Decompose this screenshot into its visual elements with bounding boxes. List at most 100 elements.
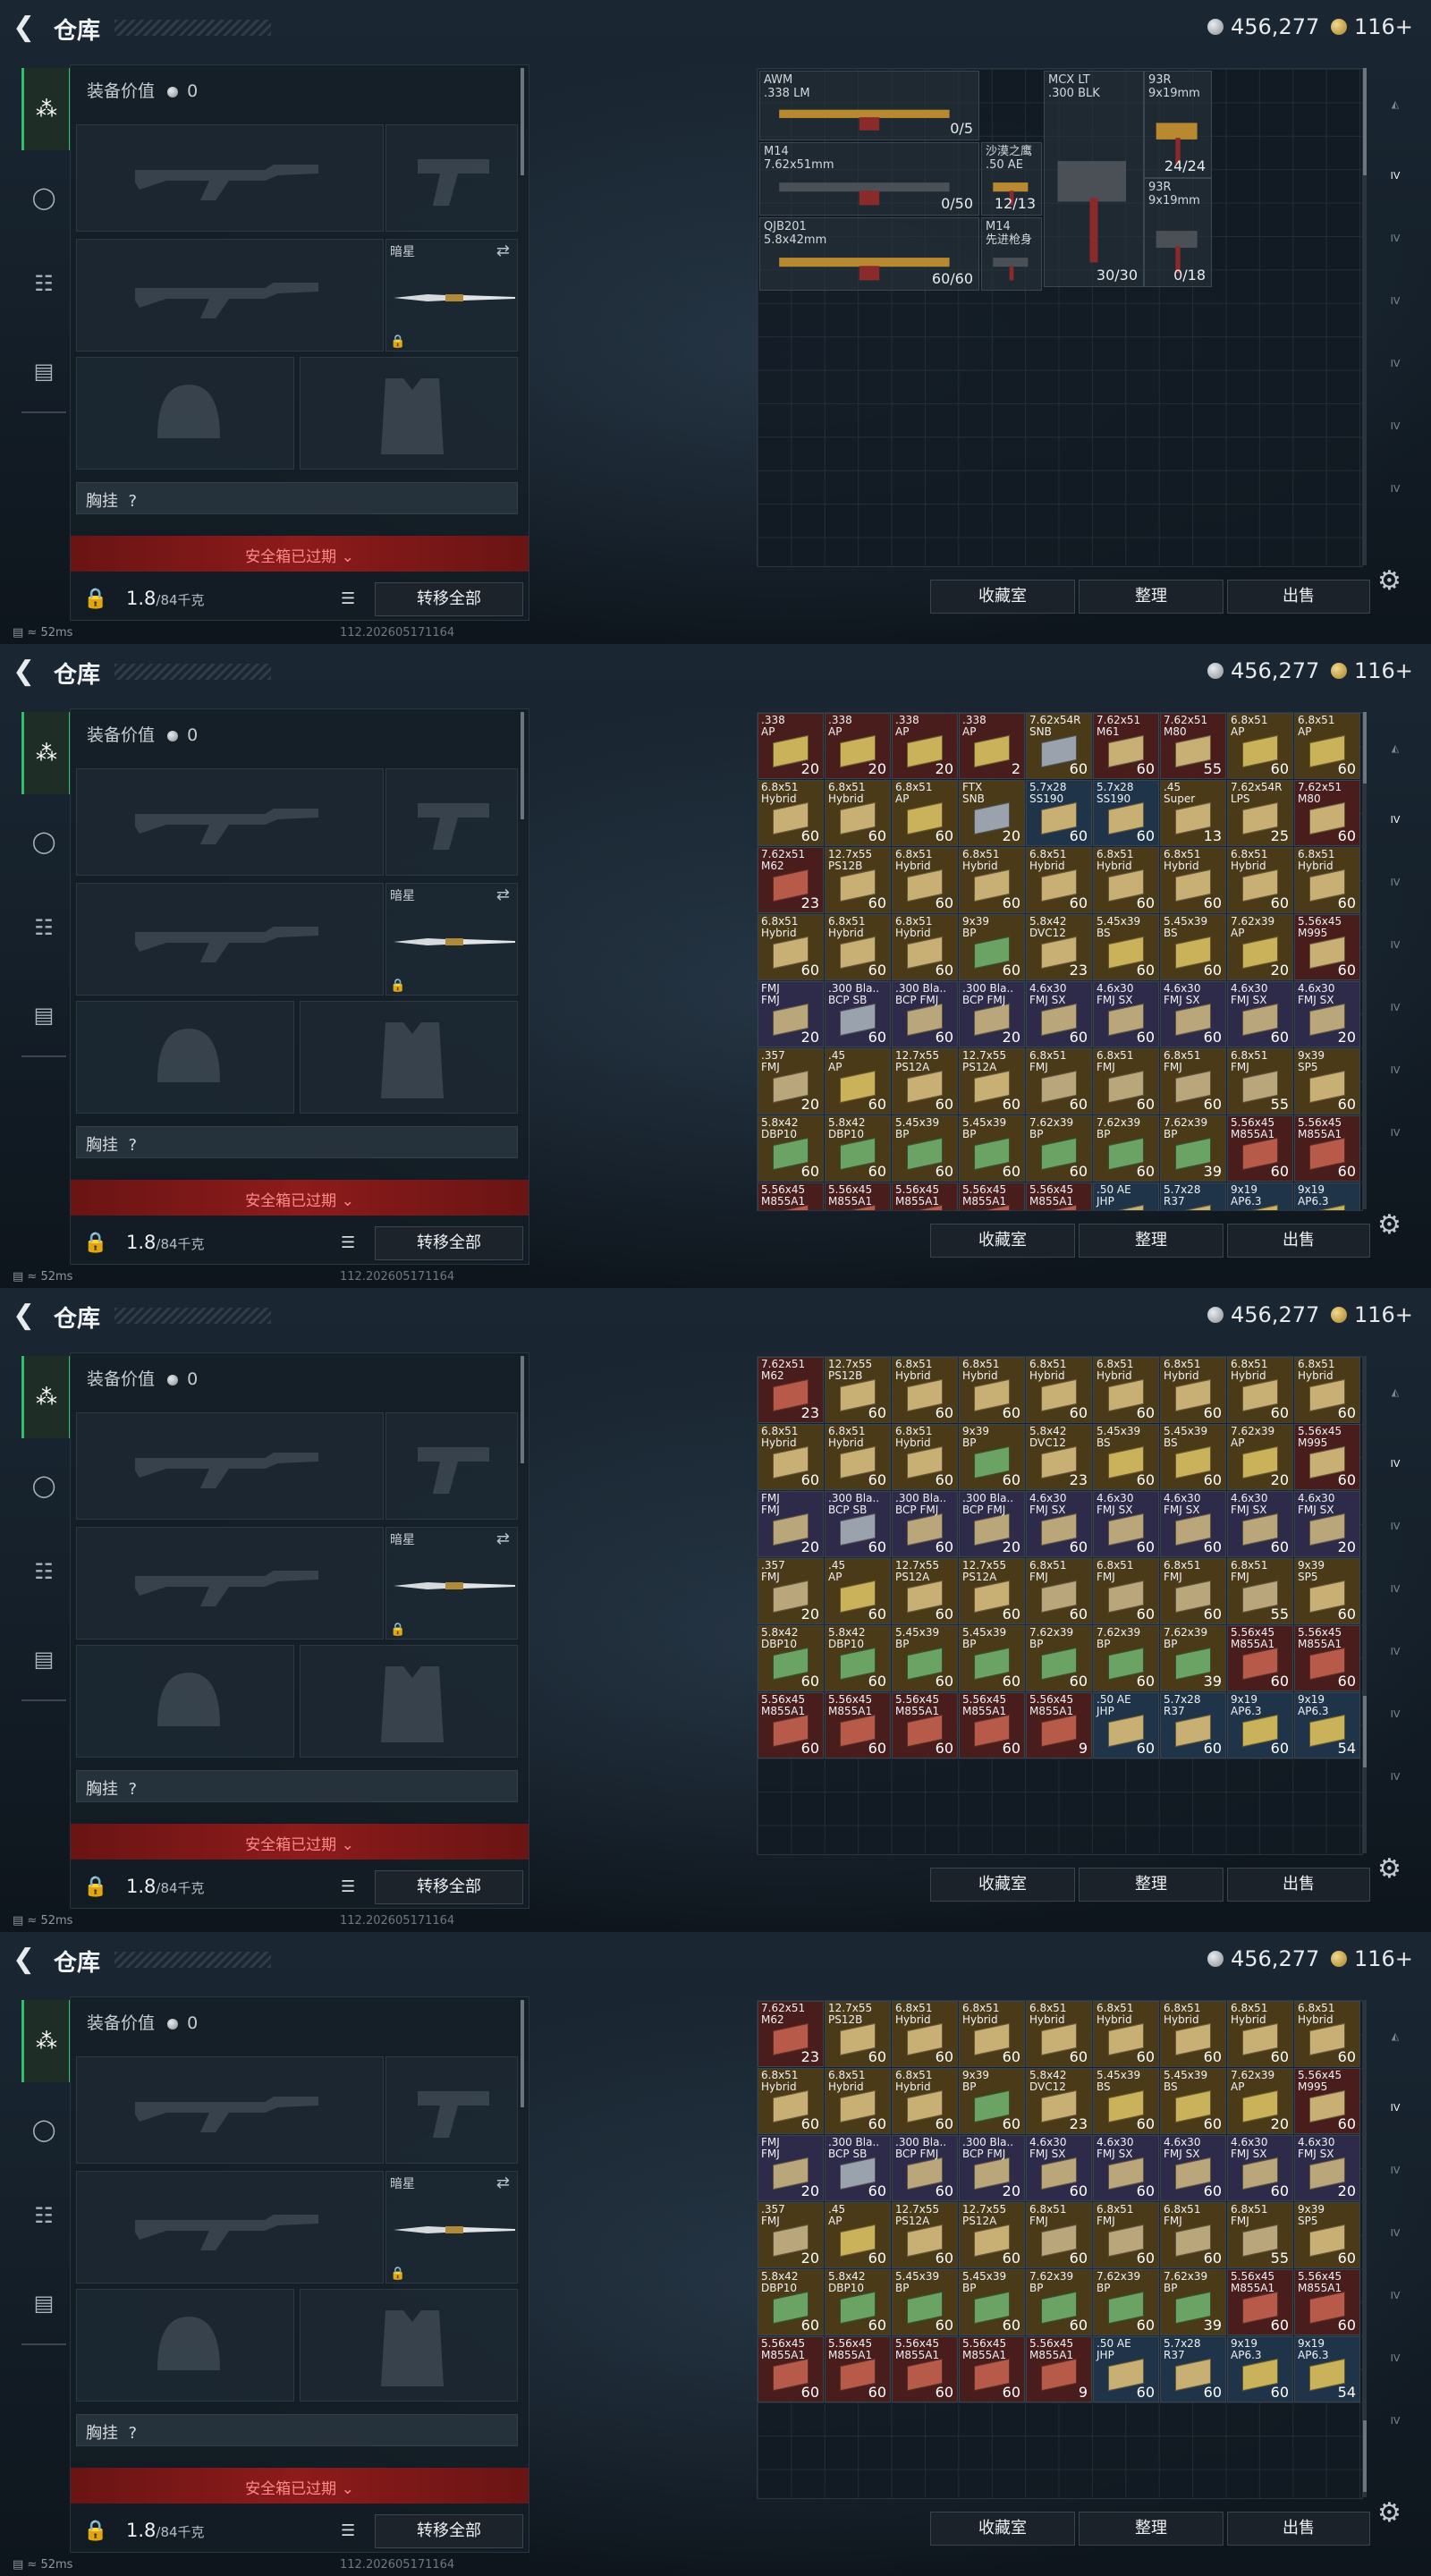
ammo-item[interactable]: 5.56x45 M855A160 <box>959 1182 1025 1210</box>
ammo-item[interactable]: 6.8x51 Hybrid 60 <box>892 1357 958 1423</box>
ammo-item[interactable]: 5.7x28 R37 60 <box>1160 1692 1226 1758</box>
rail-tab-icon[interactable]: IV <box>1377 1633 1413 1669</box>
swap-icon[interactable]: ⇄ <box>496 2174 510 2192</box>
chest-rig-slot[interactable]: 胸挂 ? <box>76 1126 518 1158</box>
ammo-item[interactable]: 7.62x54R SNB 60 <box>1026 713 1092 779</box>
ammo-item[interactable]: .300 Bla.. BCP FMJ 60 <box>892 2135 958 2201</box>
ammo-item[interactable]: .357 FMJ 20 <box>758 1558 824 1624</box>
storage-scroll-thumb[interactable] <box>1363 68 1367 175</box>
ammo-item[interactable]: 5.56x45 M995 60 <box>1294 1424 1360 1490</box>
transfer-all-button[interactable]: 转移全部 <box>375 1226 523 1260</box>
rail-tab-icon[interactable]: IV <box>1377 2340 1413 2376</box>
settings-gear-icon[interactable]: ⚙ <box>1377 2497 1401 2529</box>
storage-scrollbar[interactable] <box>1363 68 1367 565</box>
list-icon[interactable]: ☰ <box>341 1233 355 1252</box>
ammo-item[interactable]: .357 FMJ 20 <box>758 2202 824 2268</box>
rail-weapon-tab-icon[interactable]: IV <box>1377 157 1413 193</box>
ammo-item[interactable]: 6.8x51 Hybrid 60 <box>1026 1357 1092 1423</box>
ammo-item[interactable]: 7.62x39 BP 60 <box>1093 2269 1159 2335</box>
ammo-item[interactable]: .338 AP 20 <box>758 713 824 779</box>
ammo-item[interactable]: 5.56x45 M855A19 <box>1026 1182 1092 1210</box>
ammo-item[interactable]: 4.6x30 FMJ SX 60 <box>1160 1491 1226 1557</box>
rail-tab-icon[interactable]: IV <box>1377 220 1413 256</box>
ammo-item[interactable]: 5.56x45 M855A160 <box>892 1182 958 1210</box>
ammo-item[interactable]: 5.56x45 M855A160 <box>892 1692 958 1758</box>
sort-button[interactable]: 整理 <box>1079 1868 1224 1902</box>
ammo-item[interactable]: 4.6x30 FMJ SX 60 <box>1093 981 1159 1047</box>
armor-slot[interactable] <box>300 1645 518 1758</box>
equipment-scrollbar[interactable] <box>521 1356 524 1463</box>
ammo-item[interactable]: 5.8x42 DVC12 23 <box>1026 914 1092 980</box>
ammo-item[interactable]: 7.62x39 BP 60 <box>1026 1625 1092 1691</box>
ammo-item[interactable]: 5.8x42 DBP10 60 <box>758 1115 824 1182</box>
melee-slot[interactable]: 暗星 ⇄ 🔒 <box>385 239 518 352</box>
ammo-item[interactable]: 12.7x55 PS12A 60 <box>892 2202 958 2268</box>
storage-scrollbar[interactable] <box>1363 1356 1367 1853</box>
ammo-item[interactable]: 4.6x30 FMJ SX 60 <box>1093 1491 1159 1557</box>
ammo-item[interactable]: 5.56x45 M855A19 <box>1026 2336 1092 2402</box>
back-arrow-icon[interactable]: ❮ <box>13 658 39 685</box>
nav-weapons-icon[interactable]: ⁂ <box>21 712 70 794</box>
ammo-item[interactable]: 5.45x39 BP 60 <box>959 2269 1025 2335</box>
ammo-item[interactable]: 6.8x51 AP 60 <box>892 780 958 846</box>
ammo-item[interactable]: 5.56x45 M855A160 <box>1227 2269 1293 2335</box>
rail-tab-icon[interactable]: IV <box>1377 1571 1413 1606</box>
ammo-item[interactable]: 4.6x30 FMJ SX 60 <box>1160 981 1226 1047</box>
pistol-slot[interactable] <box>385 768 518 876</box>
rail-tab-icon[interactable]: IV <box>1377 864 1413 900</box>
ammo-item[interactable]: 5.56x45 M855A160 <box>959 2336 1025 2402</box>
nav-medical-icon[interactable]: ☷ <box>21 2193 66 2238</box>
ammo-item[interactable]: 6.8x51 AP 60 <box>1294 713 1360 779</box>
ammo-item[interactable]: 5.45x39 BS 60 <box>1160 1424 1226 1490</box>
ammo-item[interactable]: 9x19 AP6.3 54 <box>1294 2336 1360 2402</box>
ammo-item[interactable]: 5.8x42 DBP10 60 <box>758 2269 824 2335</box>
ammo-item[interactable]: .300 Bla.. BCP FMJ 60 <box>892 1491 958 1557</box>
primary-weapon-slot[interactable] <box>76 124 384 232</box>
storage-grid[interactable]: .338 AP20.338 AP20.338 AP20.338 AP27.62x… <box>757 1356 1363 1855</box>
rail-tab-icon[interactable]: IV <box>1377 2152 1413 2188</box>
rail-tab-icon[interactable]: IV <box>1377 1114 1413 1150</box>
ammo-item[interactable]: 5.56x45 M855A160 <box>1227 1115 1293 1182</box>
ammo-item[interactable]: 6.8x51 FMJ 60 <box>1160 1558 1226 1624</box>
ammo-item[interactable]: 5.56x45 M995 60 <box>1294 2068 1360 2134</box>
ammo-item[interactable]: 6.8x51 Hybrid 60 <box>825 1424 891 1490</box>
ammo-item[interactable]: 5.8x42 DVC12 23 <box>1026 1424 1092 1490</box>
ammo-item[interactable]: 5.45x39 BS 60 <box>1093 2068 1159 2134</box>
ammo-item[interactable]: 5.7x28 SS190 60 <box>1093 780 1159 846</box>
weapon-item[interactable]: QJB201 5.8x42mm 60/60 <box>759 217 979 291</box>
ammo-item[interactable]: .338 AP 20 <box>892 713 958 779</box>
ammo-item[interactable]: .300 Bla.. BCP SB 60 <box>825 981 891 1047</box>
armor-slot[interactable] <box>300 357 518 470</box>
storage-grid[interactable]: .338 AP20.338 AP20.338 AP20.338 AP27.62x… <box>757 712 1363 1211</box>
nav-weapons-icon[interactable]: ⁂ <box>21 68 70 150</box>
ammo-item[interactable]: 6.8x51 Hybrid 60 <box>1294 1357 1360 1423</box>
ammo-item[interactable]: 5.56x45 M855A160 <box>959 1692 1025 1758</box>
sort-button[interactable]: 整理 <box>1079 1224 1224 1258</box>
nav-case-icon[interactable]: ▤ <box>21 1637 66 1682</box>
ammo-item[interactable]: .300 Bla.. BCP SB 60 <box>825 1491 891 1557</box>
storage-scroll-thumb[interactable] <box>1363 2420 1367 2492</box>
ammo-item[interactable]: 5.45x39 BS 60 <box>1093 1424 1159 1490</box>
ammo-item[interactable]: 6.8x51 FMJ 60 <box>1093 1048 1159 1114</box>
ammo-item[interactable]: 12.7x55 PS12A 60 <box>892 1558 958 1624</box>
ammo-item[interactable]: 7.62x39 BP 60 <box>1093 1625 1159 1691</box>
transfer-all-button[interactable]: 转移全部 <box>375 2514 523 2548</box>
storage-scroll-thumb[interactable] <box>1363 1696 1367 1767</box>
ammo-item[interactable]: 4.6x30 FMJ SX 60 <box>1093 2135 1159 2201</box>
rail-tab-icon[interactable]: IV <box>1377 2215 1413 2250</box>
ammo-item[interactable]: .300 Bla.. BCP FMJ 20 <box>959 2135 1025 2201</box>
rail-weapon-tab-icon[interactable]: IV <box>1377 801 1413 837</box>
ammo-item[interactable]: 5.56x45 M855A160 <box>1227 1625 1293 1691</box>
ammo-item[interactable]: 7.62x51 M62 23 <box>758 1357 824 1423</box>
ammo-item[interactable]: 5.56x45 M855A160 <box>825 1182 891 1210</box>
ammo-item[interactable]: 6.8x51 Hybrid 60 <box>959 2001 1025 2067</box>
ammo-item[interactable]: 5.45x39 BP 60 <box>892 1625 958 1691</box>
list-icon[interactable]: ☰ <box>341 1877 355 1896</box>
sell-button[interactable]: 出售 <box>1227 580 1370 614</box>
ammo-item[interactable]: 5.8x42 DVC12 23 <box>1026 2068 1092 2134</box>
transfer-all-button[interactable]: 转移全部 <box>375 582 523 616</box>
ammo-item[interactable]: 5.56x45 M855A160 <box>825 2336 891 2402</box>
chest-rig-slot[interactable]: 胸挂 ? <box>76 1770 518 1802</box>
sell-button[interactable]: 出售 <box>1227 1224 1370 1258</box>
ammo-item[interactable]: 7.62x51 M62 23 <box>758 847 824 913</box>
